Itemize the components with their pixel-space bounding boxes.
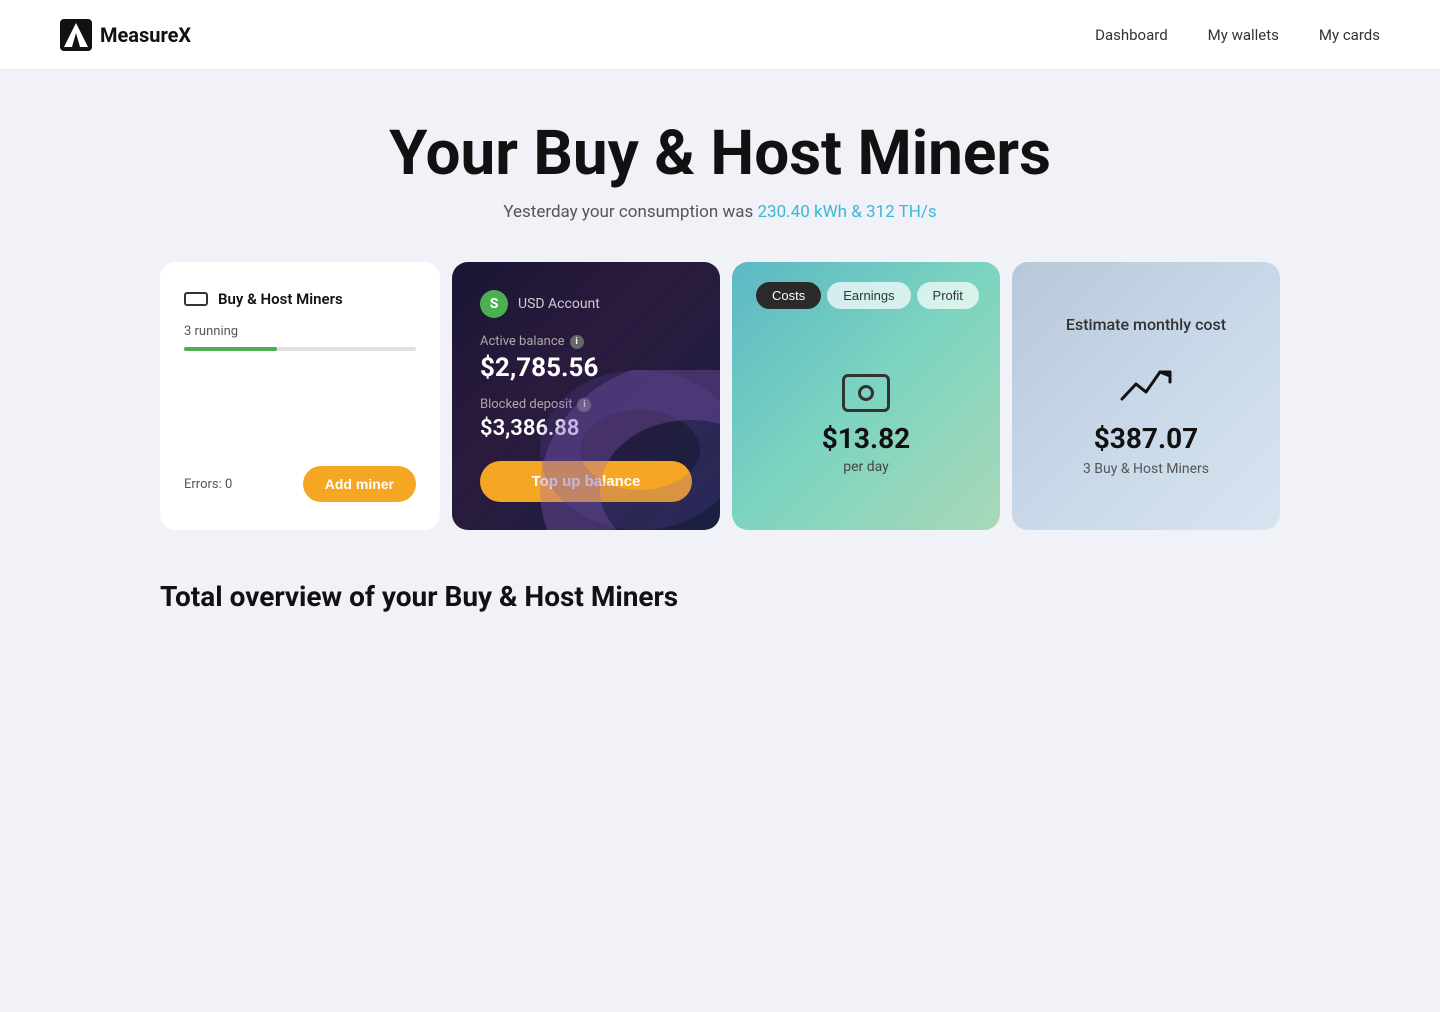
header: MeasureX Dashboard My wallets My cards <box>0 0 1440 70</box>
add-miner-button[interactable]: Add miner <box>303 466 416 502</box>
logo-text: MeasureX <box>100 23 191 47</box>
trend-icon <box>1120 364 1172 410</box>
main-nav: Dashboard My wallets My cards <box>1095 26 1380 44</box>
progress-bar-fill <box>184 347 277 351</box>
nav-dashboard[interactable]: Dashboard <box>1095 26 1168 44</box>
stats-center: $13.82 per day <box>756 339 976 510</box>
tab-costs[interactable]: Costs <box>756 282 821 309</box>
active-balance-info-icon[interactable]: i <box>570 335 584 349</box>
miners-card-title: Buy & Host Miners <box>218 290 343 308</box>
stats-card: Costs Earnings Profit $13.82 per day <box>732 262 1000 530</box>
estimate-amount: $387.07 <box>1094 422 1199 455</box>
nav-wallets[interactable]: My wallets <box>1208 26 1279 44</box>
usd-account-card: S USD Account Active balance i $2,785.56… <box>452 262 720 530</box>
stats-period: per day <box>843 459 889 475</box>
main-content: Your Buy & Host Miners Yesterday your co… <box>120 70 1320 673</box>
stats-icon <box>842 374 890 412</box>
cards-row: Buy & Host Miners 3 running Errors: 0 Ad… <box>160 262 1280 530</box>
active-balance-amount: $2,785.56 <box>480 353 692 383</box>
tab-profit[interactable]: Profit <box>917 282 979 309</box>
blocked-deposit-amount: $3,386.88 <box>480 416 692 441</box>
topup-button[interactable]: Top up balance <box>480 461 692 502</box>
estimate-title: Estimate monthly cost <box>1066 315 1226 334</box>
subtitle-prefix: Yesterday your consumption was <box>503 202 757 222</box>
usd-icon: S <box>480 290 508 318</box>
blocked-deposit-info-icon[interactable]: i <box>577 398 591 412</box>
errors-label: Errors: 0 <box>184 477 232 492</box>
miners-card-footer: Errors: 0 Add miner <box>184 466 416 502</box>
estimate-subtitle: 3 Buy & Host Miners <box>1083 461 1209 477</box>
active-balance-label: Active balance i <box>480 334 692 349</box>
subtitle-highlight: 230.40 kWh & 312 TH/s <box>758 202 937 222</box>
logo[interactable]: MeasureX <box>60 19 191 51</box>
stats-amount: $13.82 <box>822 422 910 455</box>
tab-earnings[interactable]: Earnings <box>827 282 910 309</box>
estimate-card: Estimate monthly cost $387.07 3 Buy & Ho… <box>1012 262 1280 530</box>
balance-section: Active balance i $2,785.56 Blocked depos… <box>480 334 692 461</box>
eye-circle-icon <box>858 385 874 401</box>
eye-box-icon <box>842 374 890 412</box>
section-title: Total overview of your Buy & Host Miners <box>160 580 1280 613</box>
running-label: 3 running <box>184 324 416 339</box>
logo-icon <box>60 19 92 51</box>
miners-card-header: Buy & Host Miners <box>184 290 416 308</box>
stats-tabs: Costs Earnings Profit <box>756 282 976 309</box>
blocked-deposit-label: Blocked deposit i <box>480 397 692 412</box>
miners-card: Buy & Host Miners 3 running Errors: 0 Ad… <box>160 262 440 530</box>
progress-bar-bg <box>184 347 416 351</box>
miner-icon <box>184 292 208 306</box>
page-title: Your Buy & Host Miners <box>160 120 1280 188</box>
hero-subtitle: Yesterday your consumption was 230.40 kW… <box>160 202 1280 222</box>
usd-header: S USD Account <box>480 290 692 318</box>
usd-title: USD Account <box>518 296 600 312</box>
nav-cards[interactable]: My cards <box>1319 26 1380 44</box>
